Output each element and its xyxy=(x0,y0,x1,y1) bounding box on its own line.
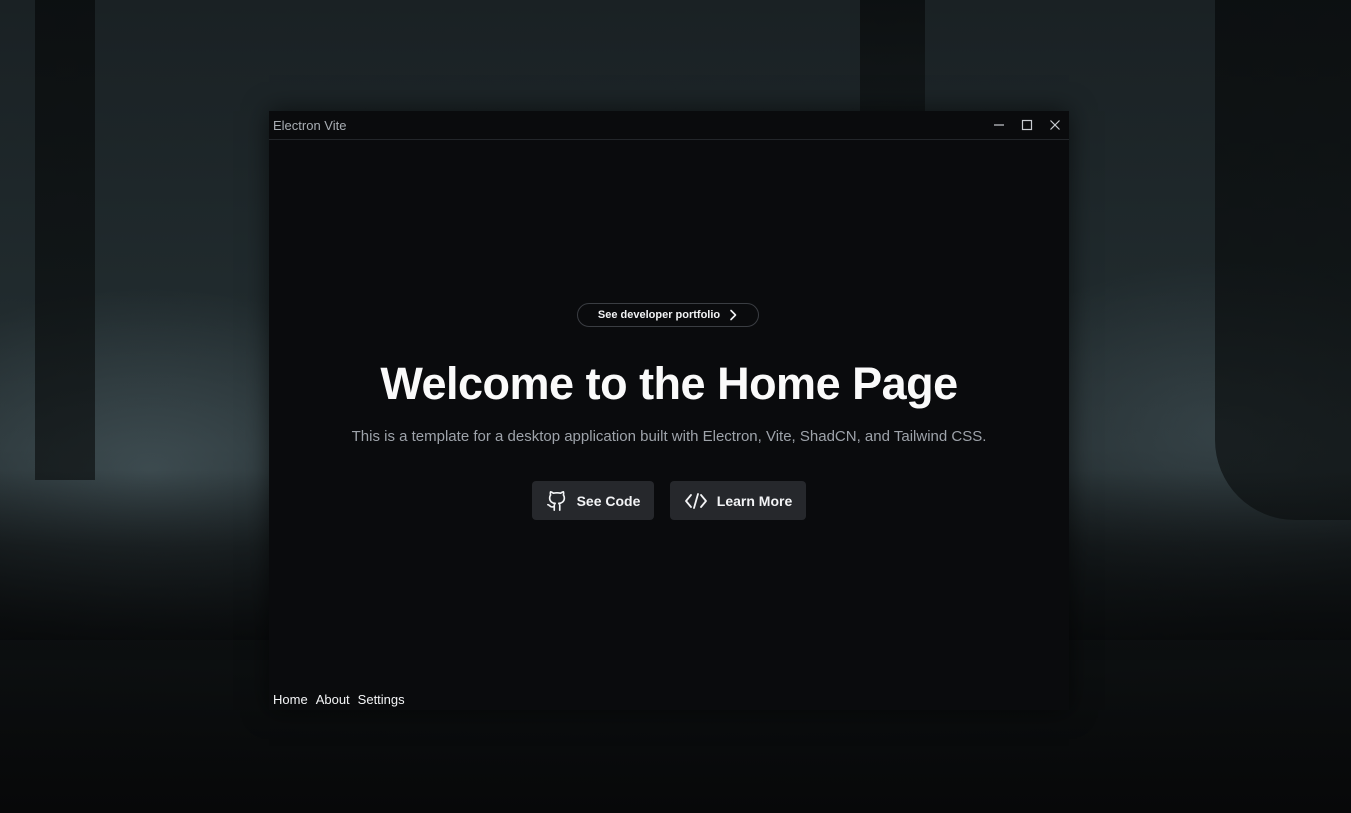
app-window: Electron Vite See developer portfolio We… xyxy=(269,111,1069,710)
developer-portfolio-link[interactable]: See developer portfolio xyxy=(577,303,759,327)
close-button[interactable] xyxy=(1041,111,1069,139)
developer-portfolio-label: See developer portfolio xyxy=(597,309,721,321)
close-icon xyxy=(1050,120,1060,130)
learn-more-button[interactable]: Learn More xyxy=(670,481,806,520)
background-tree xyxy=(1215,0,1351,520)
maximize-button[interactable] xyxy=(1013,111,1041,139)
title-bar[interactable]: Electron Vite xyxy=(269,111,1069,140)
see-code-label: See Code xyxy=(576,492,641,509)
background-tree xyxy=(35,0,95,480)
github-icon xyxy=(546,490,565,511)
learn-more-label: Learn More xyxy=(716,492,793,509)
page-title: Welcome to the Home Page xyxy=(380,358,958,409)
code-icon xyxy=(684,492,707,509)
chevron-right-icon xyxy=(730,309,737,321)
window-controls xyxy=(985,111,1069,139)
page-subtitle: This is a template for a desktop applica… xyxy=(351,428,987,445)
background-tree xyxy=(860,0,925,120)
bottom-nav: Home About Settings xyxy=(273,692,405,707)
nav-item-about[interactable]: About xyxy=(316,692,350,707)
nav-item-settings[interactable]: Settings xyxy=(358,692,405,707)
see-code-button[interactable]: See Code xyxy=(532,481,654,520)
main-content: See developer portfolio Welcome to the H… xyxy=(269,140,1069,710)
minimize-button[interactable] xyxy=(985,111,1013,139)
maximize-icon xyxy=(1021,119,1033,131)
nav-item-home[interactable]: Home xyxy=(273,692,308,707)
window-title: Electron Vite xyxy=(273,117,347,133)
minimize-icon xyxy=(994,124,1004,126)
